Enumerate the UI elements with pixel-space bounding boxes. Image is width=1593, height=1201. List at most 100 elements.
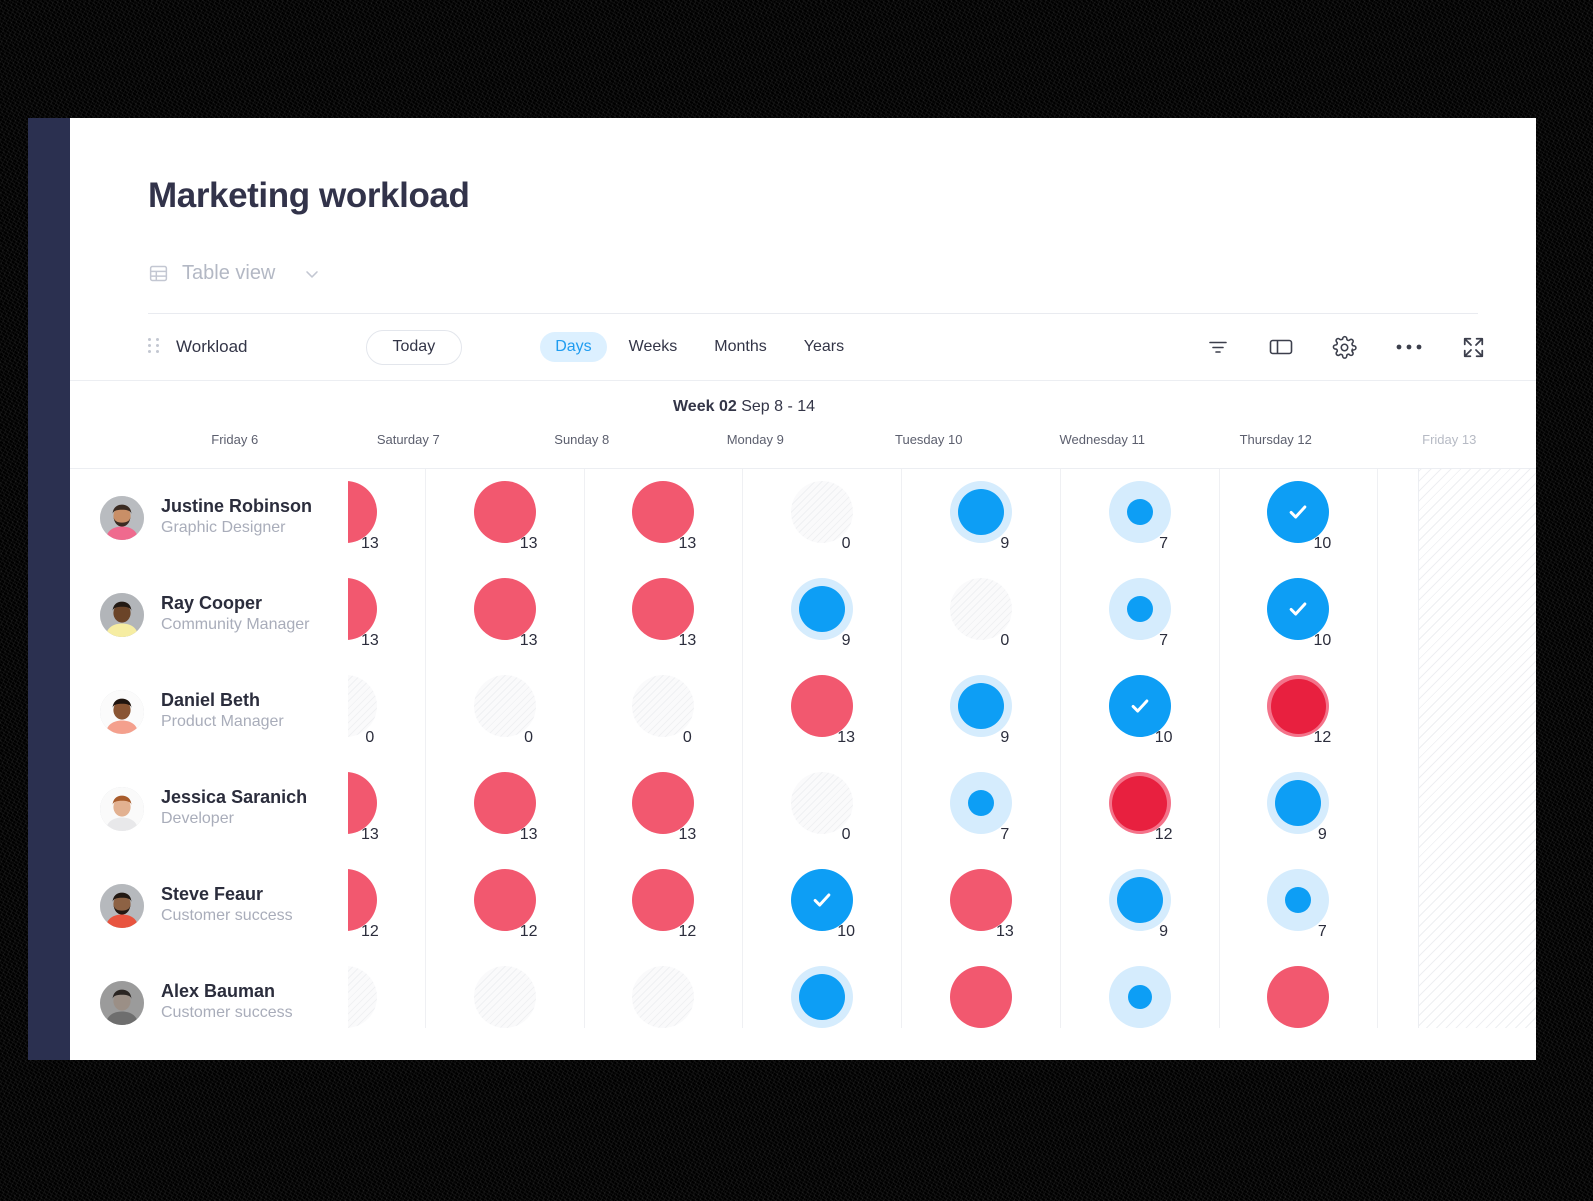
day-cell-6[interactable]: 7 — [1059, 566, 1219, 663]
workload-grid: Week 02 Sep 8 - 14 Friday 6 Saturday 7 Sun… — [70, 380, 1536, 1028]
person-cell[interactable]: Justine Robinson Graphic Designer — [70, 469, 348, 566]
load-bubble-under[interactable] — [791, 966, 854, 1028]
day-cell-4[interactable] — [742, 954, 901, 1028]
person-cell[interactable]: Steve Feaur Customer success — [70, 857, 348, 954]
day-cell-6[interactable]: 9 — [1059, 857, 1219, 954]
day-cell-6[interactable]: 7 — [1059, 469, 1219, 566]
person-cell[interactable]: Jessica Saranich Developer — [70, 760, 348, 857]
day-cell-5[interactable]: 9 — [901, 469, 1060, 566]
load-bubble-under[interactable] — [791, 578, 854, 640]
load-bubble-over[interactable] — [473, 481, 536, 543]
load-bubble-over[interactable] — [473, 869, 536, 931]
load-bubble-critical[interactable] — [1108, 772, 1171, 834]
day-cell-7[interactable]: 9 — [1218, 760, 1378, 857]
load-bubble-over[interactable] — [791, 675, 854, 737]
day-cell-8[interactable] — [1377, 857, 1536, 954]
load-bubble-empty[interactable] — [949, 578, 1012, 640]
day-cell-5[interactable]: 13 — [901, 857, 1060, 954]
load-bubble-under[interactable] — [949, 675, 1012, 737]
drag-handle-icon[interactable] — [148, 338, 160, 356]
week-number: Week 02 — [672, 398, 737, 415]
gear-icon[interactable] — [1332, 335, 1357, 360]
day-cell-3[interactable]: 12 — [583, 857, 743, 954]
load-bubble-full[interactable] — [1267, 578, 1330, 640]
view-switcher[interactable]: Table view — [148, 262, 1536, 285]
load-bubble-over[interactable] — [949, 869, 1012, 931]
day-cell-4[interactable]: 9 — [742, 566, 901, 663]
day-cell-6[interactable] — [1059, 954, 1219, 1028]
load-bubble-empty[interactable] — [632, 675, 695, 737]
today-button[interactable]: Today — [365, 329, 463, 365]
load-bubble-over[interactable] — [1267, 966, 1330, 1028]
day-cell-8[interactable] — [1377, 469, 1536, 566]
load-bubble-over[interactable] — [473, 578, 536, 640]
sidebar-panel-icon[interactable] — [1268, 335, 1294, 359]
day-cell-2[interactable]: 12 — [424, 857, 584, 954]
day-cell-4[interactable]: 10 — [742, 857, 901, 954]
load-bubble-under[interactable] — [1108, 869, 1171, 931]
day-cell-8[interactable] — [1377, 663, 1536, 760]
tab-weeks[interactable]: Weeks — [614, 332, 693, 362]
load-bubble-full[interactable] — [1267, 481, 1330, 543]
day-cell-5[interactable] — [901, 954, 1060, 1028]
expand-icon[interactable] — [1461, 335, 1486, 360]
day-cell-7[interactable] — [1218, 954, 1378, 1028]
day-cell-5[interactable]: 0 — [901, 566, 1060, 663]
day-cell-2[interactable]: 13 — [424, 566, 584, 663]
day-cell-5[interactable]: 9 — [901, 663, 1060, 760]
load-bubble-under[interactable] — [949, 481, 1012, 543]
load-bubble-over[interactable] — [473, 772, 536, 834]
day-cell-3[interactable]: 13 — [583, 760, 743, 857]
day-cell-8[interactable] — [1377, 566, 1536, 663]
load-bubble-empty[interactable] — [473, 675, 536, 737]
person-cell[interactable]: Daniel Beth Product Manager — [70, 663, 348, 760]
person-cell[interactable]: Alex Bauman Customer success — [70, 954, 348, 1028]
day-cell-2[interactable] — [424, 954, 584, 1028]
day-cell-2[interactable]: 0 — [424, 663, 584, 760]
tab-days[interactable]: Days — [540, 332, 607, 362]
left-nav-rail[interactable] — [28, 118, 70, 1060]
day-cell-3[interactable] — [583, 954, 743, 1028]
more-options-icon[interactable] — [1395, 343, 1423, 351]
day-cell-3[interactable]: 13 — [583, 469, 743, 566]
load-bubble-over[interactable] — [632, 869, 695, 931]
day-cell-4[interactable]: 0 — [742, 760, 901, 857]
day-cell-6[interactable]: 10 — [1059, 663, 1219, 760]
load-bubble-under[interactable] — [1108, 578, 1171, 640]
day-cell-3[interactable]: 0 — [583, 663, 743, 760]
load-bubble-over[interactable] — [949, 966, 1012, 1028]
tab-years[interactable]: Years — [789, 332, 859, 362]
load-bubble-empty[interactable] — [791, 481, 854, 543]
load-bubble-full[interactable] — [791, 869, 854, 931]
load-bubble-over[interactable] — [632, 481, 695, 543]
load-bubble-under[interactable] — [1108, 481, 1171, 543]
load-bubble-under[interactable] — [949, 772, 1012, 834]
load-bubble-full[interactable] — [1108, 675, 1171, 737]
day-cell-7[interactable]: 10 — [1218, 469, 1378, 566]
day-cell-8[interactable] — [1377, 760, 1536, 857]
day-cell-6[interactable]: 12 — [1059, 760, 1219, 857]
tab-months[interactable]: Months — [699, 332, 781, 362]
load-bubble-under[interactable] — [1267, 772, 1330, 834]
day-cell-4[interactable]: 13 — [742, 663, 901, 760]
day-cell-7[interactable]: 10 — [1218, 566, 1378, 663]
day-cell-2[interactable]: 13 — [424, 469, 584, 566]
load-bubble-over[interactable] — [632, 578, 695, 640]
person-cell[interactable]: Ray Cooper Community Manager — [70, 566, 348, 663]
load-bubble-critical[interactable] — [1267, 675, 1330, 737]
day-cell-7[interactable]: 7 — [1218, 857, 1378, 954]
day-cell-4[interactable]: 0 — [742, 469, 901, 566]
chevron-down-icon[interactable] — [288, 264, 322, 284]
day-cell-8[interactable] — [1377, 954, 1536, 1028]
load-bubble-over[interactable] — [632, 772, 695, 834]
load-bubble-under[interactable] — [1108, 966, 1171, 1028]
load-bubble-empty[interactable] — [791, 772, 854, 834]
day-cell-3[interactable]: 13 — [583, 566, 743, 663]
load-bubble-empty[interactable] — [632, 966, 695, 1028]
load-bubble-empty[interactable] — [473, 966, 536, 1028]
day-cell-2[interactable]: 13 — [424, 760, 584, 857]
load-bubble-under[interactable] — [1267, 869, 1330, 931]
day-cell-5[interactable]: 7 — [901, 760, 1060, 857]
filter-icon[interactable] — [1206, 335, 1230, 359]
day-cell-7[interactable]: 12 — [1218, 663, 1378, 760]
